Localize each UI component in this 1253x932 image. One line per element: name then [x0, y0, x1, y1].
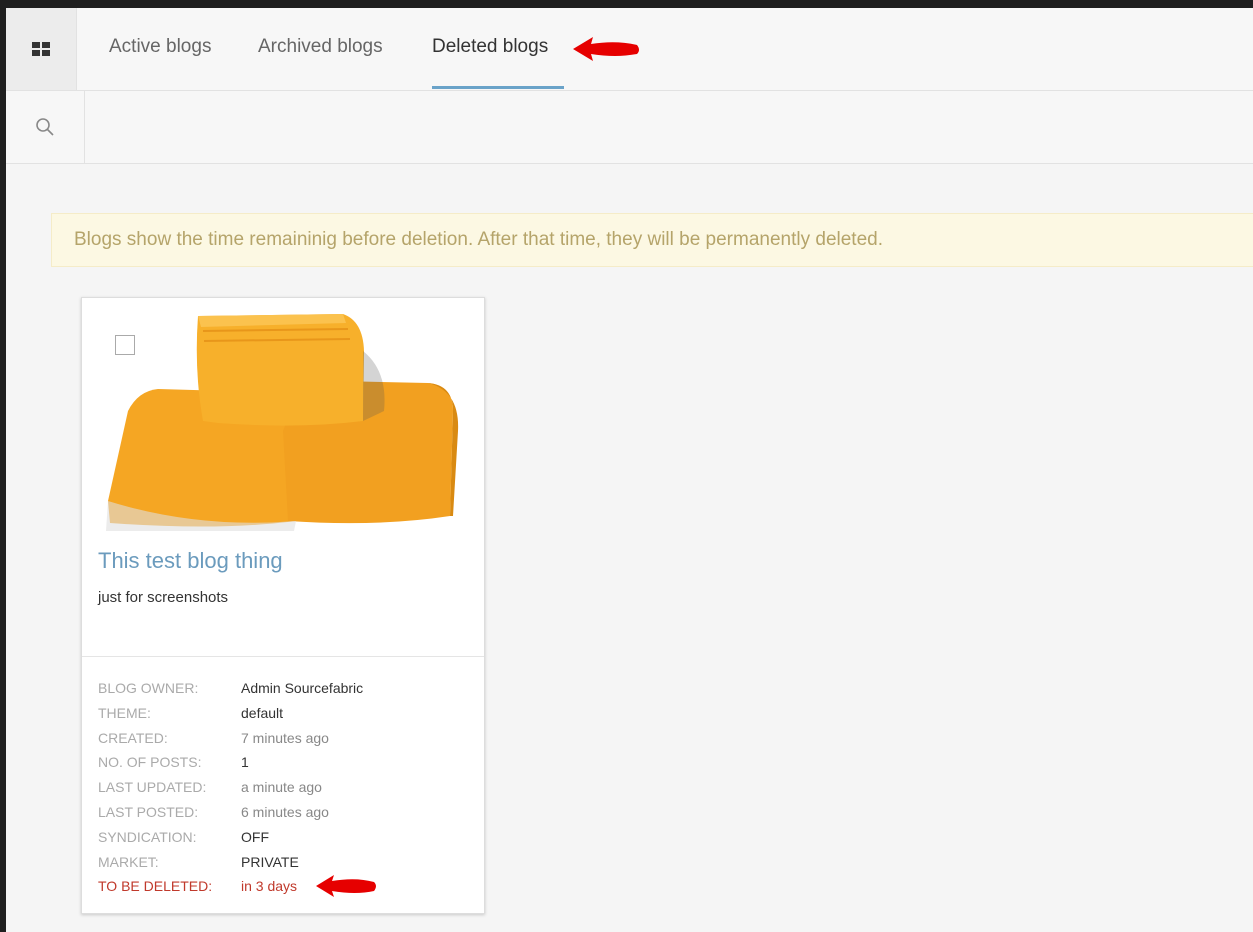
- meta-label: LAST POSTED:: [98, 803, 199, 820]
- blog-title[interactable]: This test blog thing: [98, 548, 283, 574]
- meta-value: PRIVATE: [241, 853, 299, 870]
- meta-row-owner: BLOG OWNER: Admin Sourcefabric: [98, 676, 363, 701]
- meta-row-market: MARKET: PRIVATE: [98, 850, 363, 875]
- meta-label: LAST UPDATED:: [98, 779, 207, 796]
- meta-value: a minute ago: [241, 779, 322, 796]
- select-checkbox[interactable]: [115, 335, 135, 355]
- meta-row-theme: THEME: default: [98, 701, 363, 726]
- tab-archived-blogs[interactable]: Archived blogs: [258, 36, 383, 58]
- blog-meta: BLOG OWNER: Admin Sourcefabric THEME: de…: [98, 676, 363, 899]
- meta-label: BLOG OWNER:: [98, 680, 199, 696]
- tab-deleted-blogs[interactable]: Deleted blogs: [432, 36, 548, 58]
- search-icon: [36, 118, 54, 136]
- main-content: Blogs show the time remaininig before de…: [6, 164, 1253, 932]
- meta-label: CREATED:: [98, 729, 168, 746]
- tab-active-blogs[interactable]: Active blogs: [109, 36, 211, 58]
- meta-label: TO BE DELETED:: [98, 878, 213, 895]
- meta-value: 7 minutes ago: [241, 729, 329, 746]
- meta-label: SYNDICATION:: [98, 828, 197, 845]
- meta-value: 1: [241, 754, 249, 771]
- meta-row-syndication: SYNDICATION: OFF: [98, 825, 363, 850]
- meta-label: THEME:: [98, 704, 151, 721]
- grid-view-button[interactable]: [6, 8, 77, 90]
- grid-icon: [32, 42, 50, 56]
- blog-thumbnail: [98, 311, 468, 533]
- meta-value: 6 minutes ago: [241, 803, 329, 820]
- annotation-arrow-icon: [316, 875, 376, 897]
- meta-label: NO. OF POSTS:: [98, 754, 202, 771]
- blog-card[interactable]: This test blog thing just for screenshot…: [81, 297, 485, 914]
- active-tab-indicator: [432, 86, 564, 89]
- meta-value: Admin Sourcefabric: [241, 680, 364, 696]
- meta-label: MARKET:: [98, 853, 159, 870]
- meta-row-last-posted: LAST POSTED: 6 minutes ago: [98, 800, 363, 825]
- blog-description: just for screenshots: [98, 589, 229, 606]
- card-divider: [82, 656, 484, 657]
- meta-value: OFF: [241, 828, 269, 845]
- tab-bar: Active blogs Archived blogs Deleted blog…: [6, 8, 1253, 91]
- meta-row-created: CREATED: 7 minutes ago: [98, 726, 363, 751]
- meta-value: default: [241, 704, 284, 721]
- meta-row-posts: NO. OF POSTS: 1: [98, 750, 363, 775]
- annotation-arrow-icon: [573, 37, 639, 61]
- search-bar: [6, 91, 1253, 165]
- meta-value: in 3 days: [241, 878, 298, 895]
- deletion-notice: Blogs show the time remaininig before de…: [51, 213, 1253, 267]
- meta-row-last-updated: LAST UPDATED: a minute ago: [98, 775, 363, 800]
- search-input[interactable]: [86, 91, 1253, 165]
- search-button[interactable]: [6, 91, 85, 163]
